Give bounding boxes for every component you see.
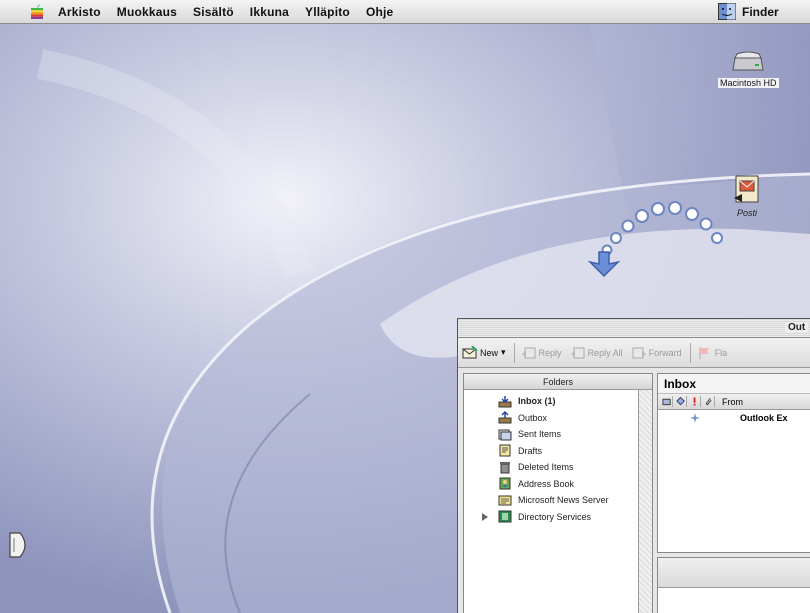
folder-label: Inbox (1) bbox=[518, 396, 556, 407]
folder-label: Microsoft News Server bbox=[518, 495, 609, 506]
address-book-icon bbox=[499, 477, 511, 490]
new-message-icon bbox=[462, 345, 478, 358]
menu-yllapito[interactable]: Ylläpito bbox=[305, 5, 350, 19]
outlook-express-window[interactable]: Out New ▾ Reply Reply All Forward Fla Fo… bbox=[457, 318, 810, 613]
reply-all-button[interactable]: Reply All bbox=[570, 346, 623, 360]
flag-button-label: Fla bbox=[714, 347, 728, 358]
desktop-icon-posti[interactable]: Posti bbox=[730, 172, 764, 218]
directory-services-icon bbox=[498, 510, 512, 523]
reply-button-label: Reply bbox=[538, 347, 562, 358]
toolbar-separator bbox=[689, 342, 691, 363]
window-title-bar[interactable]: Out bbox=[458, 319, 810, 338]
reply-icon bbox=[521, 347, 536, 358]
toolbar-separator bbox=[513, 342, 515, 363]
new-button-label: New bbox=[480, 347, 499, 358]
drawer-handle-icon[interactable] bbox=[8, 530, 32, 560]
folders-scrollbar[interactable] bbox=[638, 390, 652, 613]
folders-pane: Folders Inbox (1) Outbox Sent Items Draf… bbox=[463, 373, 653, 613]
toolbar: New ▾ Reply Reply All Forward Fla bbox=[458, 338, 810, 368]
drafts-icon bbox=[499, 444, 511, 457]
menu-bar: Arkisto Muokkaus Sisältö Ikkuna Ylläpito… bbox=[0, 0, 810, 24]
folder-drafts[interactable]: Drafts bbox=[464, 443, 652, 460]
new-dropdown-arrow-icon[interactable]: ▾ bbox=[501, 347, 506, 358]
from-column-header[interactable]: From bbox=[722, 397, 743, 407]
menu-arkisto[interactable]: Arkisto bbox=[58, 5, 101, 19]
folder-sent-items[interactable]: Sent Items bbox=[464, 426, 652, 443]
hard-drive-icon bbox=[732, 51, 764, 71]
folder-label: Directory Services bbox=[518, 511, 592, 522]
folders-header[interactable]: Folders bbox=[464, 374, 652, 390]
preview-header bbox=[658, 558, 810, 588]
folder-outbox[interactable]: Outbox bbox=[464, 410, 652, 427]
menu-ohje[interactable]: Ohje bbox=[366, 5, 393, 19]
status-column-icon[interactable] bbox=[662, 396, 673, 407]
menu-ikkuna[interactable]: Ikkuna bbox=[250, 5, 289, 19]
online-column-icon[interactable] bbox=[676, 396, 687, 407]
sent-items-icon bbox=[498, 429, 512, 441]
desktop-icon-macintosh-hd[interactable]: Macintosh HD bbox=[718, 50, 779, 88]
folder-inbox[interactable]: Inbox (1) bbox=[464, 393, 652, 410]
unread-indicator-icon bbox=[690, 413, 700, 423]
finder-icon bbox=[718, 3, 736, 20]
folder-microsoft-news-server[interactable]: Microsoft News Server bbox=[464, 492, 652, 509]
outbox-icon bbox=[498, 411, 512, 424]
application-menu[interactable]: Finder bbox=[718, 3, 779, 20]
new-button[interactable]: New ▾ bbox=[462, 345, 506, 360]
flag-icon bbox=[699, 346, 709, 359]
mail-alias-icon bbox=[734, 175, 759, 203]
news-server-icon bbox=[498, 495, 512, 506]
folder-deleted-items[interactable]: Deleted Items bbox=[464, 459, 652, 476]
folder-directory-services[interactable]: Directory Services bbox=[464, 509, 652, 526]
deleted-items-icon bbox=[500, 461, 510, 474]
desktop-icon-label: Posti bbox=[736, 208, 757, 218]
folder-label: Address Book bbox=[518, 478, 575, 489]
window-title: Out bbox=[785, 322, 809, 333]
folder-label: Deleted Items bbox=[518, 462, 574, 473]
reply-all-icon bbox=[570, 347, 585, 358]
priority-column-icon[interactable] bbox=[690, 396, 701, 407]
message-list-pane: Inbox From Outlook Ex bbox=[657, 373, 810, 553]
inbox-icon bbox=[498, 395, 512, 408]
menu-sisalto[interactable]: Sisältö bbox=[193, 5, 234, 19]
attachment-column-icon[interactable] bbox=[704, 396, 715, 407]
preview-pane bbox=[657, 557, 810, 613]
folder-address-book[interactable]: Address Book bbox=[464, 476, 652, 493]
application-menu-label: Finder bbox=[742, 4, 779, 19]
column-headers: From bbox=[658, 394, 810, 410]
folder-label: Sent Items bbox=[518, 429, 562, 440]
reply-all-button-label: Reply All bbox=[587, 347, 623, 358]
reply-button[interactable]: Reply bbox=[521, 346, 562, 360]
message-from: Outlook Ex bbox=[740, 413, 788, 423]
menu-muokkaus[interactable]: Muokkaus bbox=[117, 5, 177, 19]
drag-path-arrow bbox=[587, 201, 723, 278]
forward-button[interactable]: Forward bbox=[631, 346, 682, 360]
message-row[interactable]: Outlook Ex bbox=[658, 410, 810, 426]
folder-label: Outbox bbox=[518, 412, 548, 423]
flag-button[interactable]: Fla bbox=[697, 346, 728, 360]
list-title: Inbox bbox=[658, 374, 810, 394]
desktop-icon-label: Macintosh HD bbox=[718, 78, 779, 88]
forward-icon bbox=[632, 347, 646, 358]
arrow-head-icon bbox=[587, 251, 621, 278]
apple-menu-icon[interactable] bbox=[28, 3, 46, 21]
disclosure-triangle-icon[interactable] bbox=[482, 512, 488, 521]
forward-button-label: Forward bbox=[648, 347, 682, 358]
folder-label: Drafts bbox=[518, 445, 543, 456]
